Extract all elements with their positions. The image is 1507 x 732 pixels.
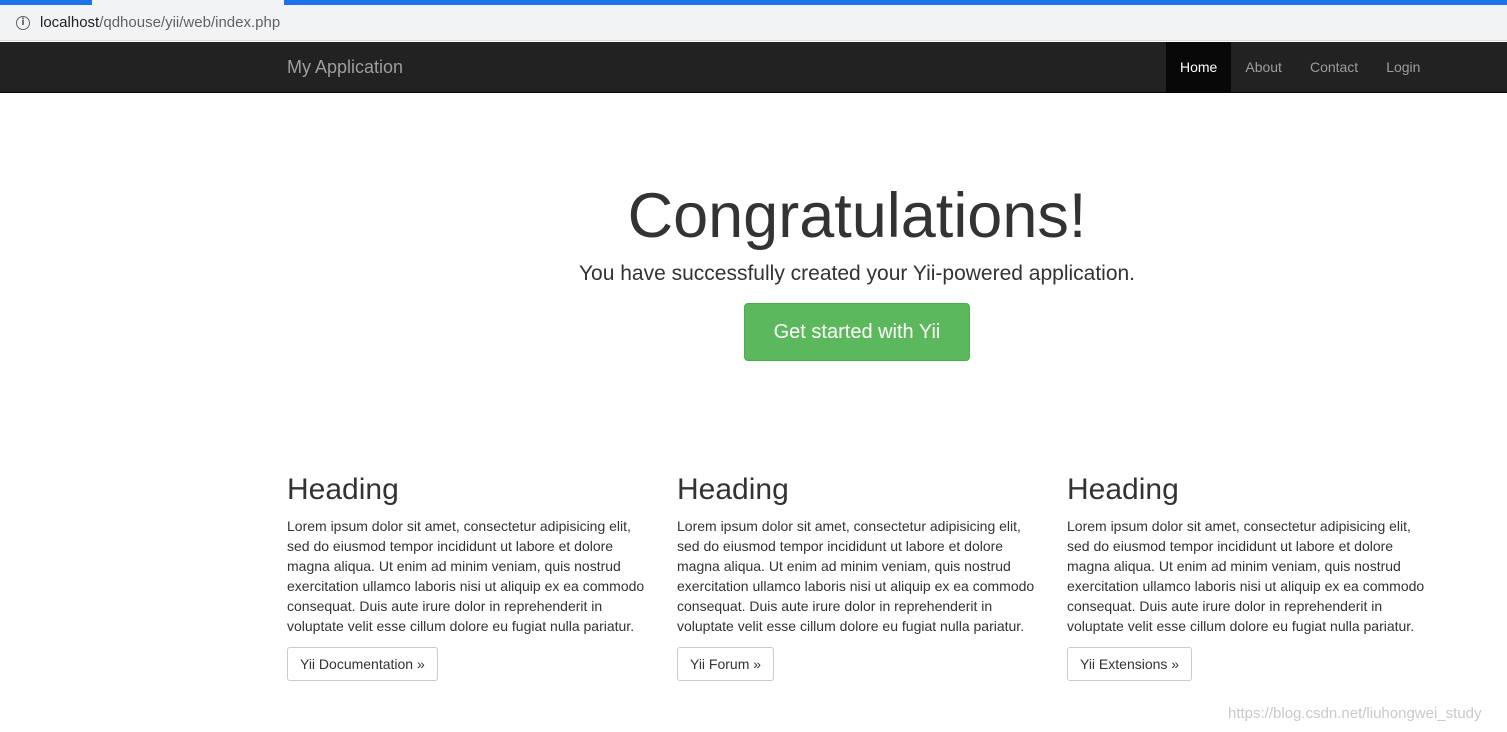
jumbotron-title: Congratulations!: [627, 181, 1087, 251]
column-forum: Heading Lorem ipsum dolor sit amet, cons…: [677, 470, 1037, 681]
get-started-button[interactable]: Get started with Yii: [744, 303, 970, 361]
navbar-nav: Home About Contact Login: [1166, 42, 1434, 92]
yii-forum-button[interactable]: Yii Forum »: [677, 647, 775, 681]
nav-item-login[interactable]: Login: [1372, 42, 1434, 92]
url-text[interactable]: localhost/qdhouse/yii/web/index.php: [40, 14, 280, 32]
column-text: Lorem ipsum dolor sit amet, consectetur …: [1067, 518, 1425, 634]
column-documentation: Heading Lorem ipsum dolor sit amet, cons…: [287, 470, 647, 681]
column-heading: Heading: [677, 473, 789, 506]
address-bar[interactable]: i localhost/qdhouse/yii/web/index.php: [0, 5, 1507, 41]
yii-documentation-button[interactable]: Yii Documentation »: [287, 647, 438, 681]
column-extensions: Heading Lorem ipsum dolor sit amet, cons…: [1067, 470, 1427, 681]
column-heading: Heading: [1067, 473, 1179, 506]
page: i localhost/qdhouse/yii/web/index.php My…: [0, 0, 1507, 732]
url-path: /qdhouse/yii/web/index.php: [99, 14, 281, 31]
column-text: Lorem ipsum dolor sit amet, consectetur …: [677, 518, 1035, 634]
jumbotron-lead: You have successfully created your Yii-p…: [578, 262, 1136, 285]
navbar-brand[interactable]: My Application: [287, 42, 403, 92]
info-icon[interactable]: i: [16, 16, 30, 30]
url-host: localhost: [40, 14, 100, 31]
nav-item-contact[interactable]: Contact: [1296, 42, 1372, 92]
watermark: https://blog.csdn.net/liuhongwei_study: [1228, 705, 1482, 722]
column-heading: Heading: [287, 473, 399, 506]
column-text: Lorem ipsum dolor sit amet, consectetur …: [287, 518, 645, 634]
yii-extensions-button[interactable]: Yii Extensions »: [1067, 647, 1193, 681]
nav-item-about[interactable]: About: [1231, 42, 1296, 92]
nav-item-home[interactable]: Home: [1166, 42, 1232, 92]
navbar: My Application Home About Contact Login: [0, 42, 1507, 93]
